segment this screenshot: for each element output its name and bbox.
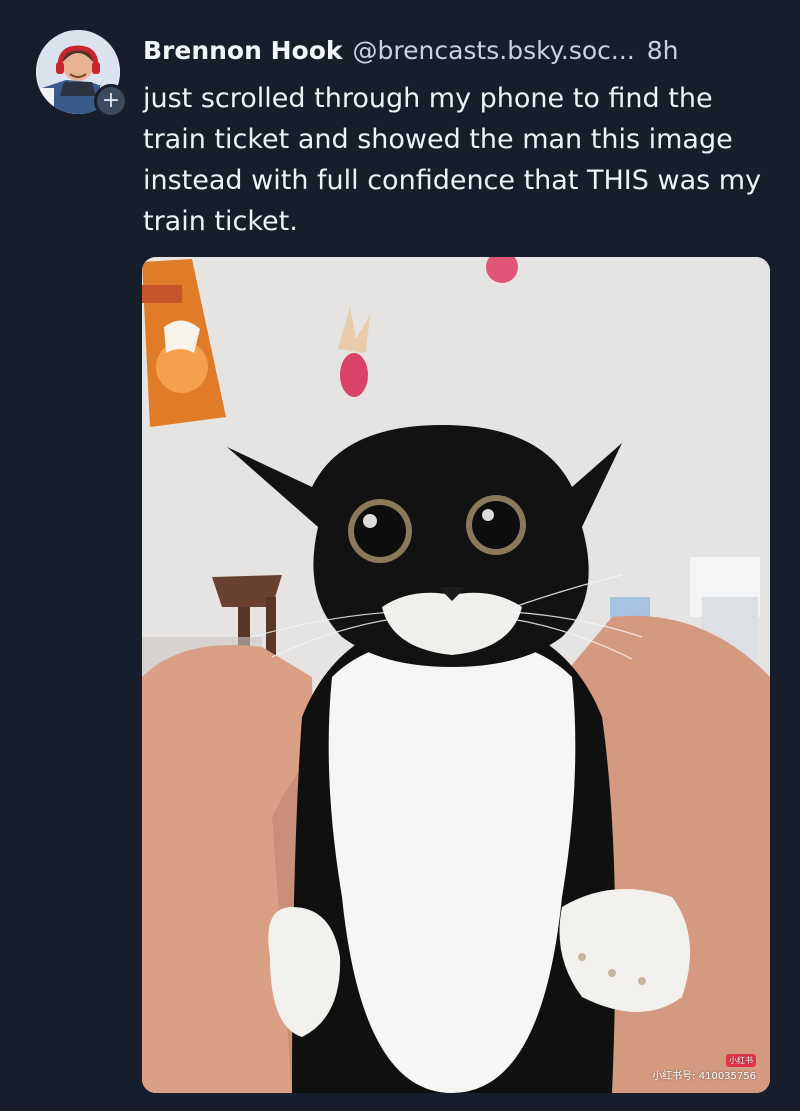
post-timestamp[interactable]: 8h — [647, 36, 679, 66]
author-handle[interactable]: @brencasts.bsky.soc... — [353, 36, 635, 66]
post-image[interactable]: 小红书 小红书号: 410035756 — [142, 257, 770, 1093]
image-watermark: 小红书 小红书号: 410035756 — [652, 1054, 756, 1083]
watermark-text: 小红书号: 410035756 — [652, 1071, 756, 1082]
author-avatar-container[interactable]: + — [36, 30, 128, 118]
author-display-name[interactable]: Brennon Hook — [143, 36, 343, 66]
follow-plus-icon[interactable]: + — [94, 84, 128, 118]
post-card[interactable]: + Brennon Hook @brencasts.bsky.soc... 8h… — [0, 0, 800, 1111]
post-text: just scrolled through my phone to find t… — [143, 83, 762, 237]
cat-photo — [142, 257, 770, 1093]
watermark-logo-icon: 小红书 — [726, 1054, 756, 1067]
post-header: Brennon Hook @brencasts.bsky.soc... 8h — [143, 36, 773, 66]
